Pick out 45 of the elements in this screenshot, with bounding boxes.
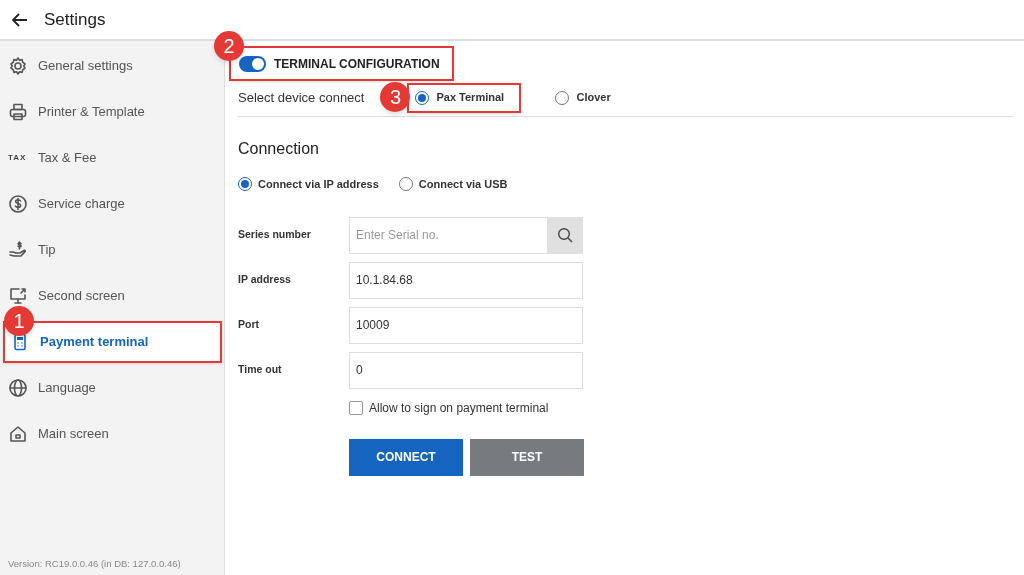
callout-number: 3 — [380, 81, 411, 112]
connect-button[interactable]: CONNECT — [349, 438, 463, 476]
input-field[interactable]: 10.1.84.68 — [349, 261, 583, 299]
page-title: Settings — [44, 8, 106, 31]
radio-button[interactable] — [555, 90, 570, 105]
search-icon — [557, 227, 573, 243]
gear-icon — [8, 56, 28, 76]
search-button[interactable] — [547, 216, 583, 254]
version-text: Version: RC19.0.0.46 (in DB: 127.0.0.46) — [7, 556, 182, 571]
device-label: Select device connect — [238, 88, 365, 107]
section-heading: Connection — [238, 139, 320, 159]
house-icon — [8, 424, 28, 444]
printer-icon — [8, 102, 28, 122]
field-label: Series number — [238, 227, 312, 243]
callout-number: 2 — [214, 31, 244, 61]
sidebar-item[interactable]: Language — [3, 367, 222, 409]
radio-label[interactable]: Connect via IP address — [258, 176, 379, 193]
dollar-coin-icon — [8, 194, 28, 214]
input-field[interactable]: 0 — [349, 351, 583, 389]
radio-label[interactable]: Clover — [576, 89, 611, 106]
sidebar-item[interactable]: TAX Tax & Fee — [3, 137, 222, 179]
sidebar-item[interactable]: Service charge — [3, 183, 222, 225]
field-label: IP address — [238, 272, 292, 288]
checkbox[interactable] — [349, 400, 363, 415]
radio-button[interactable] — [398, 177, 413, 192]
monitor-share-icon — [8, 286, 28, 306]
back-arrow-icon[interactable] — [12, 12, 28, 27]
hand-coin-icon — [8, 240, 28, 260]
globe-icon — [8, 378, 28, 398]
radio-button[interactable] — [415, 90, 430, 105]
field-label: Port — [238, 317, 260, 333]
toggle-label: TERMINAL CONFIGURATION — [274, 55, 440, 73]
checkbox-label: Allow to sign on payment terminal — [369, 399, 549, 417]
callout-number: 1 — [4, 306, 34, 336]
tax-icon: TAX — [8, 152, 28, 164]
toggle-switch[interactable] — [239, 55, 266, 72]
sidebar-item[interactable]: Printer & Template — [3, 91, 222, 133]
input-field[interactable]: 10009 — [349, 306, 583, 344]
field-label: Time out — [238, 362, 283, 378]
radio-button[interactable] — [238, 177, 252, 192]
test-button[interactable]: TEST — [470, 438, 584, 476]
search-field[interactable]: Enter Serial no. — [349, 216, 547, 254]
sidebar-item[interactable]: Main screen — [3, 413, 222, 455]
radio-label[interactable]: Connect via USB — [418, 176, 508, 193]
sidebar-item[interactable]: Tip — [3, 229, 222, 271]
